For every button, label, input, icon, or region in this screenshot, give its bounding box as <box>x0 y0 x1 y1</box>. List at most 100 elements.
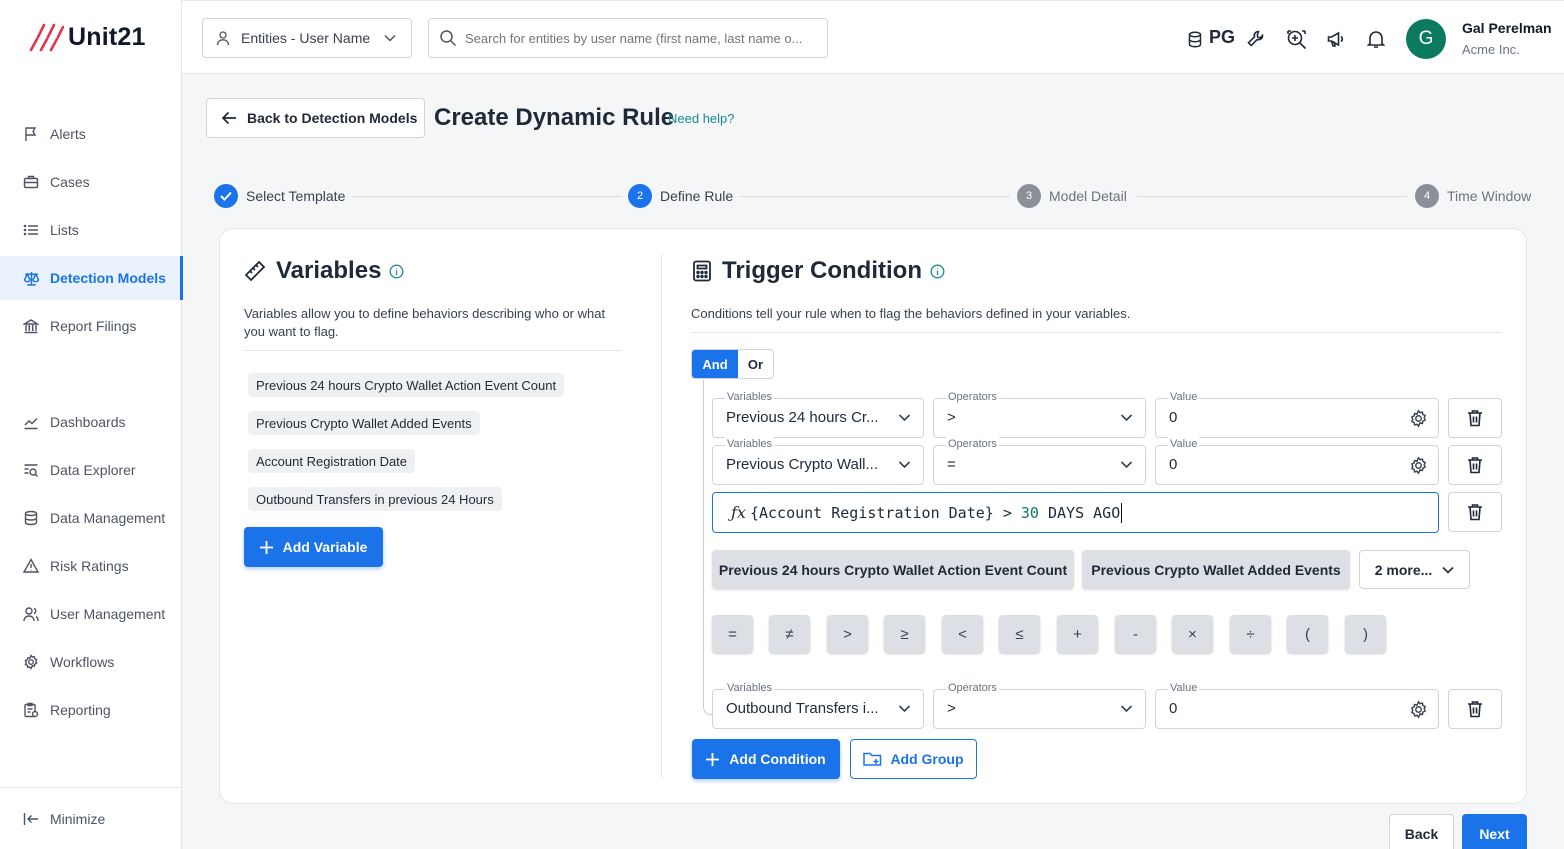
info-icon[interactable] <box>930 264 945 279</box>
sidebar-item-risk-ratings[interactable]: Risk Ratings <box>0 544 182 588</box>
entity-search[interactable] <box>428 18 828 58</box>
and-or-toggle[interactable]: And Or <box>691 349 774 379</box>
field-label: Value <box>1168 390 1200 404</box>
value-input[interactable]: Value 0 <box>1155 681 1439 729</box>
variable-select[interactable]: Variables Outbound Transfers i... <box>712 681 924 729</box>
back-button[interactable]: Back <box>1389 814 1454 849</box>
variable-chip[interactable]: Previous Crypto Wallet Added Events <box>248 411 480 435</box>
chevron-down-icon <box>384 34 396 42</box>
delete-condition-button[interactable] <box>1448 445 1502 485</box>
value-input[interactable]: Value 0 <box>1155 437 1439 485</box>
more-variables-button[interactable]: 2 more... <box>1359 550 1470 589</box>
operator-button-not-equal[interactable]: ≠ <box>769 615 810 653</box>
chevron-down-icon <box>898 458 911 471</box>
gear-icon[interactable] <box>1409 700 1428 719</box>
database-icon[interactable] <box>1184 28 1206 50</box>
bell-icon[interactable] <box>1365 28 1387 50</box>
delete-condition-button[interactable] <box>1448 398 1502 438</box>
value-input-value: 0 <box>1169 409 1178 426</box>
insert-variable-button[interactable]: Previous 24 hours Crypto Wallet Action E… <box>712 550 1074 589</box>
unit21-logo[interactable]: Unit21 <box>28 22 146 52</box>
users-icon <box>22 605 40 623</box>
value-input-value: 0 <box>1169 456 1178 473</box>
sidebar-item-dashboards[interactable]: Dashboards <box>0 400 182 444</box>
info-icon[interactable] <box>389 264 404 279</box>
operator-button-plus[interactable]: + <box>1057 615 1098 653</box>
operator-button-greater[interactable]: > <box>827 615 868 653</box>
gear-icon[interactable] <box>1409 409 1428 428</box>
step-label: Model Detail <box>1049 188 1127 204</box>
and-option[interactable]: And <box>692 350 738 378</box>
formula-editor[interactable]: ƒx {Account Registration Date} > 30 DAYS… <box>712 492 1439 533</box>
step-model-detail[interactable]: 3 Model Detail <box>1017 184 1127 208</box>
operator-button-close-paren[interactable]: ) <box>1345 615 1386 653</box>
value-input[interactable]: Value 0 <box>1155 390 1439 438</box>
variable-select-value: Previous Crypto Wall... <box>726 456 878 473</box>
back-to-detection-models-button[interactable]: Back to Detection Models <box>206 98 425 138</box>
variable-select[interactable]: Variables Previous 24 hours Cr... <box>712 390 924 438</box>
operator-button-divide[interactable]: ÷ <box>1230 615 1271 653</box>
sidebar-item-workflows[interactable]: Workflows <box>0 640 182 684</box>
text-caret <box>1121 502 1123 523</box>
trash-icon <box>1467 456 1483 474</box>
value-input-value: 0 <box>1169 700 1178 717</box>
variable-chip[interactable]: Account Registration Date <box>248 449 416 473</box>
bank-icon <box>22 317 40 335</box>
step-define-rule[interactable]: 2 Define Rule <box>628 184 733 208</box>
search-input[interactable] <box>465 30 815 46</box>
field-label: Operators <box>946 681 999 695</box>
user-icon <box>215 30 231 46</box>
variable-chip[interactable]: Previous 24 hours Crypto Wallet Action E… <box>248 373 565 397</box>
more-label: 2 more... <box>1374 561 1433 578</box>
report-icon <box>22 701 40 719</box>
search-list-icon <box>22 461 40 479</box>
sidebar-item-cases[interactable]: Cases <box>0 160 182 204</box>
check-icon <box>214 184 238 208</box>
step-select-template[interactable]: Select Template <box>214 184 345 208</box>
sidebar-item-label: Dashboards <box>50 414 126 430</box>
wrench-icon[interactable] <box>1245 28 1267 50</box>
next-button[interactable]: Next <box>1462 814 1527 849</box>
entity-type-select[interactable]: Entities - User Name <box>202 18 412 58</box>
step-time-window[interactable]: 4 Time Window <box>1415 184 1531 208</box>
delete-condition-button[interactable] <box>1448 689 1502 729</box>
zoom-in-icon[interactable] <box>1285 28 1307 50</box>
gear-icon[interactable] <box>1409 456 1428 475</box>
add-variable-button[interactable]: Add Variable <box>244 527 383 567</box>
operator-button-less[interactable]: < <box>942 615 983 653</box>
sidebar-item-label: Lists <box>50 222 79 238</box>
avatar[interactable]: G <box>1406 19 1446 59</box>
megaphone-icon[interactable] <box>1325 28 1347 50</box>
operator-button-less-equal[interactable]: ≤ <box>999 615 1040 653</box>
sidebar-item-lists[interactable]: Lists <box>0 208 182 252</box>
db-label[interactable]: PG <box>1209 27 1235 48</box>
chevron-down-icon <box>1442 566 1454 574</box>
operator-button-open-paren[interactable]: ( <box>1287 615 1328 653</box>
delete-formula-button[interactable] <box>1448 492 1502 532</box>
sidebar-item-alerts[interactable]: Alerts <box>0 112 182 156</box>
sidebar-item-user-management[interactable]: User Management <box>0 592 182 636</box>
add-condition-button[interactable]: Add Condition <box>692 739 840 779</box>
variable-select[interactable]: Variables Previous Crypto Wall... <box>712 437 924 485</box>
insert-variable-button[interactable]: Previous Crypto Wallet Added Events <box>1082 550 1350 589</box>
operator-select[interactable]: Operators > <box>933 390 1146 438</box>
variable-select-value: Previous 24 hours Cr... <box>726 409 879 426</box>
or-option[interactable]: Or <box>738 350 773 378</box>
trash-icon <box>1467 409 1483 427</box>
sidebar-item-reporting[interactable]: Reporting <box>0 688 182 732</box>
operator-select[interactable]: Operators > <box>933 681 1146 729</box>
operator-select[interactable]: Operators = <box>933 437 1146 485</box>
need-help-link[interactable]: Need help? <box>668 111 735 126</box>
chevron-down-icon <box>898 411 911 424</box>
add-group-button[interactable]: Add Group <box>850 739 977 779</box>
sidebar-item-report-filings[interactable]: Report Filings <box>0 304 182 348</box>
operator-button-multiply[interactable]: × <box>1172 615 1213 653</box>
sidebar-item-data-management[interactable]: Data Management <box>0 496 182 540</box>
operator-button-equals[interactable]: = <box>712 615 753 653</box>
sidebar-minimize-button[interactable]: Minimize <box>0 797 182 841</box>
sidebar-item-detection-models[interactable]: Detection Models <box>0 256 183 300</box>
operator-button-greater-equal[interactable]: ≥ <box>884 615 925 653</box>
sidebar-item-data-explorer[interactable]: Data Explorer <box>0 448 182 492</box>
variable-chip[interactable]: Outbound Transfers in previous 24 Hours <box>248 487 502 511</box>
operator-button-minus[interactable]: - <box>1115 615 1156 653</box>
